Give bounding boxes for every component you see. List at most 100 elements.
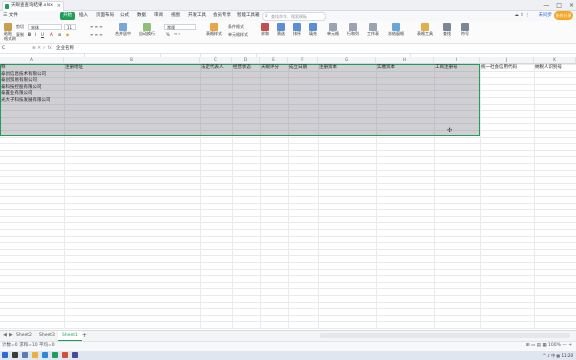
font-name-select[interactable]: 宋体 [28, 24, 62, 30]
column-header-h[interactable]: H [376, 57, 434, 63]
table-cell[interactable]: 光大子科技发展有限公司 [1, 98, 51, 105]
header-cell-score[interactable]: 天眼评分 [261, 65, 279, 71]
spreadsheet-grid[interactable]: A B C D E F G H I J K 称 注册地址 法定代表人 经营状态 … [0, 57, 576, 329]
file-explorer-icon[interactable] [32, 352, 38, 358]
cell-button[interactable]: 单元格 [324, 23, 342, 36]
menu-review[interactable]: 审阅 [154, 12, 163, 20]
menu-member[interactable]: 会员专享 [213, 12, 231, 20]
selected-range[interactable] [0, 64, 480, 136]
column-header-f[interactable]: F [288, 57, 318, 63]
header-cell-address[interactable]: 注册地址 [65, 65, 83, 71]
cell-style-button[interactable]: 单元格样式 [228, 32, 248, 37]
find-button[interactable]: 查找 [440, 23, 454, 36]
menu-insert[interactable]: 插入 [79, 12, 88, 20]
header-cell-reg-capital[interactable]: 注册资本 [319, 65, 337, 71]
column-header-c[interactable]: C [200, 57, 232, 63]
bold-button[interactable]: B [28, 32, 31, 37]
header-cell-founded[interactable]: 成立日期 [289, 65, 307, 71]
border-icon[interactable]: ⊞ [58, 32, 61, 37]
sort-button[interactable]: 排序 [290, 23, 304, 36]
fill-button[interactable]: 填充 [306, 23, 320, 36]
table-tools-button[interactable]: 表格工具 [414, 23, 436, 36]
percent-button[interactable]: % [166, 32, 170, 37]
sheet-tab-sheet1[interactable]: Sheet1 [58, 331, 82, 341]
wps-app-icon[interactable] [52, 352, 58, 358]
column-header-g[interactable]: G [318, 57, 376, 63]
column-header-i[interactable]: I [434, 57, 480, 63]
name-box[interactable]: C [0, 45, 26, 52]
column-header-e[interactable]: E [260, 57, 288, 63]
number-format-select[interactable]: 常规 [164, 24, 196, 30]
decimal-icon[interactable]: ⁰⁰ ⁰ [174, 32, 180, 37]
minimize-icon[interactable]: — [543, 2, 549, 9]
file-tab[interactable]: 天眼查查询结果.xlsx × [2, 1, 64, 11]
menu-data[interactable]: 数据 [137, 12, 146, 20]
app-icon[interactable] [62, 352, 68, 358]
header-cell-status[interactable]: 经营状态 [233, 65, 251, 71]
system-tray[interactable]: ^ ♪ 中 ▦ 11:20 [543, 352, 573, 359]
font-size-select[interactable]: 11 [64, 24, 76, 30]
formula-input[interactable]: 企业名称 [56, 45, 74, 52]
sheet-tab-sheet3[interactable]: Sheet3 [35, 331, 59, 340]
column-header-k[interactable]: K [534, 57, 576, 63]
row-col-button[interactable]: 行和列 [344, 23, 362, 36]
cut-button[interactable]: 剪切 [16, 24, 24, 29]
table-style-button[interactable]: 表格样式 [203, 23, 225, 36]
search-taskbar-icon[interactable] [12, 352, 18, 358]
browser-icon[interactable] [42, 352, 48, 358]
close-tab-icon[interactable]: × [57, 3, 61, 9]
sheet-tab-sheet2[interactable]: Sheet2 [12, 331, 36, 340]
paste-button[interactable]: 粘贴 [2, 23, 14, 36]
column-header-j[interactable]: J [480, 57, 534, 63]
cloud-sync-status[interactable]: 未同步 [539, 12, 553, 20]
italic-button[interactable]: I [35, 32, 36, 37]
align-left-icon[interactable]: ≡ ≡ ≡ [90, 32, 103, 37]
menu-formula[interactable]: 公式 [120, 12, 129, 20]
add-sheet-button[interactable]: + [82, 331, 87, 340]
freeze-panes-button[interactable]: 冻结窗格 [386, 23, 406, 36]
menu-page-layout[interactable]: 页面布局 [96, 12, 114, 20]
maximize-icon[interactable]: □ [556, 2, 562, 9]
collab-share-button[interactable]: 协作分享 [554, 11, 573, 20]
menu-view[interactable]: 视图 [171, 12, 180, 20]
task-view-icon[interactable] [22, 352, 28, 358]
menu-smart-tools[interactable]: 智能工具箱 [237, 12, 260, 20]
font-color-icon[interactable]: A [50, 32, 53, 37]
column-header-b[interactable]: B [64, 57, 200, 63]
header-cell-name[interactable]: 称 [1, 65, 6, 71]
formula-icons[interactable]: ⊕ ✕ ✓ fx [32, 45, 52, 52]
view-zoom-controls[interactable]: ⊞ ▭ ▤ ▦ 100% — + [526, 342, 572, 350]
menu-developer[interactable]: 开发工具 [188, 12, 206, 20]
prev-sheet-icon[interactable]: ◀ [3, 332, 7, 339]
column-header-a[interactable]: A [0, 57, 64, 63]
align-top-icon[interactable]: ≡ ≡ ≡ [90, 24, 103, 29]
horizontal-scrollbar[interactable] [320, 333, 570, 338]
table-cell[interactable]: 泰创贸易有限公司 [1, 78, 37, 85]
copy-button[interactable]: 复制 [16, 32, 24, 37]
format-painter-button[interactable]: 格式刷 [4, 36, 16, 41]
menu-file[interactable]: 三 文件 [3, 12, 18, 20]
close-window-icon[interactable]: × [569, 2, 574, 9]
command-search-input[interactable]: ⌕ 查找命令、搜索模板 [262, 12, 326, 21]
header-cell-tax-id[interactable]: 纳税人识别号 [535, 65, 562, 71]
header-cell-legal-rep[interactable]: 法定代表人 [201, 65, 224, 71]
conditional-format-button[interactable]: 条件格式 [228, 24, 244, 29]
merge-center-button[interactable]: 合并居中 [112, 23, 134, 36]
wrap-text-button[interactable]: 自动换行 [136, 23, 158, 36]
sum-button[interactable]: 求和 [258, 23, 272, 36]
app-icon[interactable] [72, 352, 78, 358]
header-cell-reg-number[interactable]: 工商注册号 [435, 65, 458, 71]
table-cell[interactable]: 泰置业有限公司 [1, 91, 33, 98]
sum-label: 求和 [261, 31, 269, 36]
start-menu-icon[interactable] [2, 352, 8, 358]
symbol-button[interactable]: 符号 [458, 23, 472, 36]
header-cell-paid-capital[interactable]: 实缴资本 [377, 65, 395, 71]
menu-home[interactable]: 开始 [60, 12, 75, 20]
header-cell-credit-code[interactable]: 统一社会信用代码 [481, 65, 517, 71]
fill-color-icon[interactable]: ◆ [66, 32, 69, 37]
worksheet-button[interactable]: 工作表 [364, 23, 382, 36]
toolbar-right-icons[interactable]: ☁ ⇪ ⋮ [514, 12, 530, 20]
underline-button[interactable]: U [41, 32, 44, 37]
column-header-d[interactable]: D [232, 57, 260, 63]
filter-button[interactable]: 筛选 [274, 23, 288, 36]
